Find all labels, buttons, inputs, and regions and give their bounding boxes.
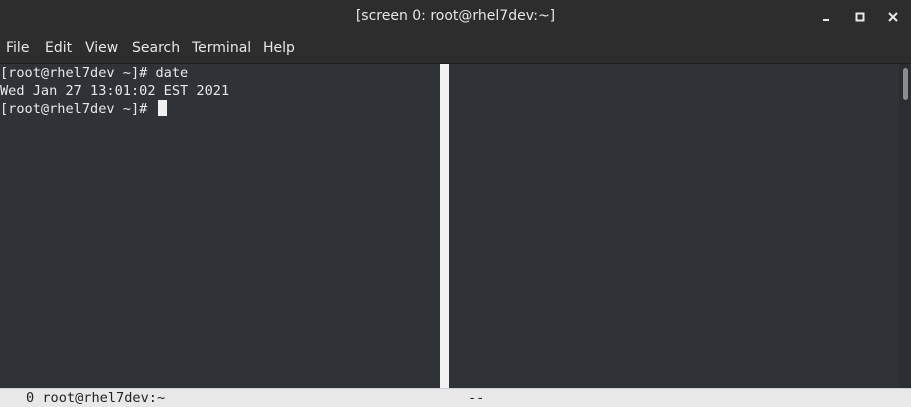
window-title: [screen 0: root@rhel7dev:~]: [355, 8, 556, 24]
screen-region-left[interactable]: [root@rhel7dev ~]# date Wed Jan 27 13:01…: [0, 64, 440, 388]
title-bar[interactable]: [screen 0: root@rhel7dev:~]: [0, 0, 911, 34]
terminal-prompt-line: [root@rhel7dev ~]#: [0, 100, 167, 118]
scrollbar-thumb[interactable]: [903, 68, 908, 100]
menu-help[interactable]: Help: [263, 34, 295, 63]
region-status: --: [468, 390, 485, 406]
minimize-icon: [823, 19, 829, 21]
split-divider[interactable]: [440, 64, 449, 388]
menu-view[interactable]: View: [85, 34, 118, 63]
terminal-line: Wed Jan 27 13:01:02 EST 2021: [0, 83, 230, 99]
maximize-button[interactable]: [851, 8, 869, 26]
screen-status-bar: 0 root@rhel7dev:~ --: [0, 388, 911, 407]
menu-search[interactable]: Search: [132, 34, 180, 63]
close-icon: [888, 12, 898, 22]
terminal-line: [root@rhel7dev ~]# date: [0, 65, 189, 81]
window-list-status: 0 root@rhel7dev:~: [26, 390, 166, 406]
menu-bar: File Edit View Search Terminal Help: [0, 34, 911, 64]
screen-region-right[interactable]: [449, 64, 899, 388]
menu-file[interactable]: File: [6, 34, 29, 63]
terminal-prompt: [root@rhel7dev ~]#: [0, 101, 156, 117]
maximize-icon: [855, 12, 865, 22]
text-cursor: [157, 100, 167, 116]
scrollbar[interactable]: [899, 64, 911, 388]
terminal-window: [screen 0: root@rhel7dev:~] File Edit Vi…: [0, 0, 911, 407]
menu-terminal[interactable]: Terminal: [192, 34, 251, 63]
minimize-button[interactable]: [817, 8, 835, 26]
menu-edit[interactable]: Edit: [45, 34, 72, 63]
terminal-area[interactable]: [root@rhel7dev ~]# date Wed Jan 27 13:01…: [0, 64, 911, 407]
close-button[interactable]: [884, 8, 902, 26]
